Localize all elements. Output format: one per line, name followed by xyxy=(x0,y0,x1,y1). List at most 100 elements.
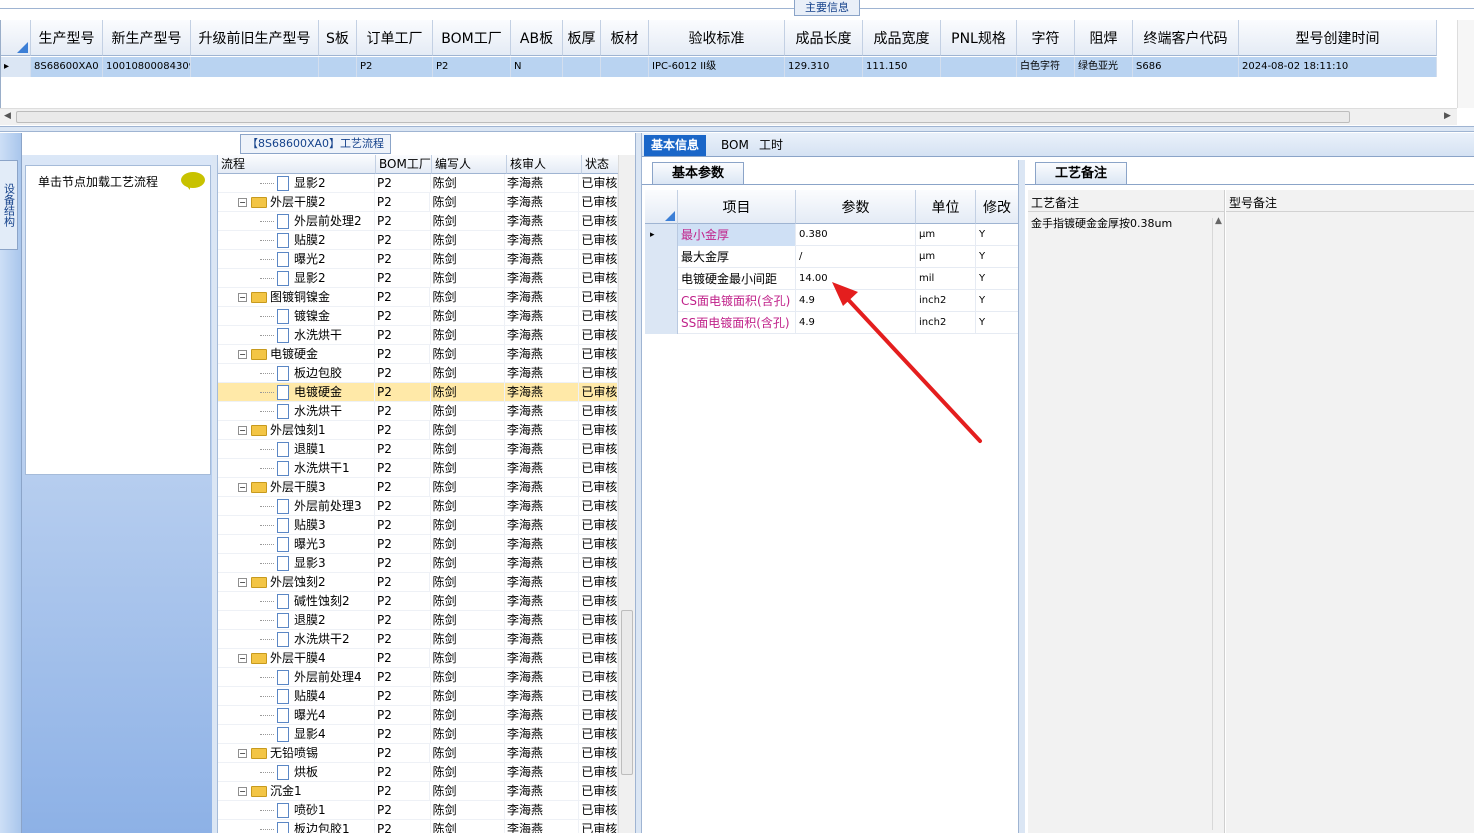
param-value[interactable]: 4.9 xyxy=(796,312,916,334)
model-remark-area[interactable]: 型号备注 xyxy=(1226,190,1474,833)
tree-vscroll-thumb[interactable] xyxy=(621,610,633,775)
tree-row[interactable]: 电镀硬金 P2 陈剑 李海燕 已审核 xyxy=(218,383,618,402)
tree-row[interactable]: 显影2 P2 陈剑 李海燕 已审核 xyxy=(218,174,618,193)
grid-cell[interactable] xyxy=(601,57,649,77)
tree-row[interactable]: 退膜1 P2 陈剑 李海燕 已审核 xyxy=(218,440,618,459)
collapse-toggle-icon[interactable]: − xyxy=(238,350,247,359)
tree-node[interactable]: 贴膜4 xyxy=(218,687,376,706)
grid-cell[interactable]: 10010800084309 xyxy=(103,57,191,77)
column-header[interactable]: AB板 xyxy=(511,20,563,56)
collapse-toggle-icon[interactable]: − xyxy=(238,293,247,302)
tree-row[interactable]: 外层前处理3 P2 陈剑 李海燕 已审核 xyxy=(218,497,618,516)
grid-cell[interactable]: P2 xyxy=(357,57,433,77)
grid-cell[interactable]: 129.310 xyxy=(785,57,863,77)
tree-node[interactable]: 水洗烘干 xyxy=(218,326,376,345)
tree-column-header[interactable]: 编写人 xyxy=(432,155,507,174)
grid-cell[interactable] xyxy=(563,57,601,77)
grid-cell[interactable]: 白色字符 xyxy=(1017,57,1075,77)
tree-node[interactable]: − 外层干膜4 xyxy=(218,649,375,668)
tree-row[interactable]: − 外层干膜2 P2 陈剑 李海燕 已审核 xyxy=(218,193,618,212)
grid-cell[interactable]: 111.150 xyxy=(863,57,941,77)
tab-2[interactable]: 工时 xyxy=(752,135,790,156)
hscroll-thumb[interactable] xyxy=(16,111,1350,123)
grid-cell[interactable]: 8S68600XA0 xyxy=(31,57,103,77)
tree-column-header[interactable]: 核审人 xyxy=(507,155,582,174)
tab-1[interactable]: BOM xyxy=(714,135,756,156)
column-header[interactable]: 升级前旧生产型号 xyxy=(191,20,319,56)
tree-node[interactable]: 曝光3 xyxy=(218,535,376,554)
right-splitter[interactable] xyxy=(1018,160,1025,833)
remark-vscroll[interactable]: ▲ xyxy=(1212,216,1224,830)
column-header[interactable]: BOM工厂 xyxy=(433,20,511,56)
param-value[interactable]: / xyxy=(796,246,916,268)
params-column-header[interactable]: 参数 xyxy=(796,190,916,224)
grid-cell[interactable]: N xyxy=(511,57,563,77)
grid-cell[interactable]: S686 xyxy=(1133,57,1239,77)
tree-row[interactable]: 外层前处理4 P2 陈剑 李海燕 已审核 xyxy=(218,668,618,687)
basic-params-tab[interactable]: 基本参数 xyxy=(652,162,744,184)
tree-node[interactable]: 碱性蚀刻2 xyxy=(218,592,376,611)
process-remark-tab[interactable]: 工艺备注 xyxy=(1035,162,1127,184)
tree-row[interactable]: − 电镀硬金 P2 陈剑 李海燕 已审核 xyxy=(218,345,618,364)
tree-column-header[interactable]: 流程 xyxy=(218,155,376,174)
tree-node[interactable]: 显影2 xyxy=(218,269,376,288)
tree-row[interactable]: 喷砂1 P2 陈剑 李海燕 已审核 xyxy=(218,801,618,820)
tree-row[interactable]: 烘板 P2 陈剑 李海燕 已审核 xyxy=(218,763,618,782)
tree-node[interactable]: 贴膜2 xyxy=(218,231,376,250)
scroll-up-icon[interactable]: ▲ xyxy=(1215,216,1222,226)
tree-row[interactable]: 退膜2 P2 陈剑 李海燕 已审核 xyxy=(218,611,618,630)
tree-row[interactable]: 水洗烘干 P2 陈剑 李海燕 已审核 xyxy=(218,326,618,345)
tree-node[interactable]: − 外层干膜2 xyxy=(218,193,375,212)
tree-node[interactable]: 水洗烘干1 xyxy=(218,459,376,478)
process-tree-vscroll[interactable] xyxy=(618,155,635,833)
tree-column-header[interactable]: 状态 xyxy=(582,155,621,174)
column-header[interactable]: 验收标准 xyxy=(649,20,785,56)
tree-node[interactable]: 曝光4 xyxy=(218,706,376,725)
tree-node[interactable]: 板边包胶1 xyxy=(218,820,376,833)
column-header[interactable]: 终端客户代码 xyxy=(1133,20,1239,56)
grid-cell[interactable]: IPC-6012 II级 xyxy=(649,57,785,77)
column-header[interactable]: 成品宽度 xyxy=(863,20,941,56)
params-column-header[interactable]: 修改 xyxy=(976,190,1019,224)
grid-cell[interactable] xyxy=(941,57,1017,77)
tree-row[interactable]: − 外层蚀刻2 P2 陈剑 李海燕 已审核 xyxy=(218,573,618,592)
tree-node[interactable]: − 外层蚀刻1 xyxy=(218,421,375,440)
main-grid-row[interactable]: ▸ 8S68600XA0 10010800084309 P2 P2 N IPC-6012 I… xyxy=(1,57,1437,77)
tree-row[interactable]: 水洗烘干2 P2 陈剑 李海燕 已审核 xyxy=(218,630,618,649)
tree-node[interactable]: 退膜1 xyxy=(218,440,376,459)
tree-row[interactable]: 外层前处理2 P2 陈剑 李海燕 已审核 xyxy=(218,212,618,231)
tab-0[interactable]: 基本信息 xyxy=(644,135,707,156)
grid-cell[interactable]: P2 xyxy=(433,57,511,77)
tree-node[interactable]: 电镀硬金 xyxy=(218,383,376,402)
tree-node[interactable]: − 无铅喷锡 xyxy=(218,744,375,763)
tree-row[interactable]: 贴膜3 P2 陈剑 李海燕 已审核 xyxy=(218,516,618,535)
column-header[interactable]: 板材 xyxy=(601,20,649,56)
grid-cell[interactable] xyxy=(191,57,319,77)
column-header[interactable]: 订单工厂 xyxy=(357,20,433,56)
tree-node[interactable]: 烘板 xyxy=(218,763,376,782)
tree-row[interactable]: 水洗烘干1 P2 陈剑 李海燕 已审核 xyxy=(218,459,618,478)
tree-row[interactable]: 贴膜4 P2 陈剑 李海燕 已审核 xyxy=(218,687,618,706)
tree-row[interactable]: − 外层干膜3 P2 陈剑 李海燕 已审核 xyxy=(218,478,618,497)
column-header[interactable]: 生产型号 xyxy=(31,20,103,56)
column-header[interactable]: 型号创建时间 xyxy=(1239,20,1437,56)
column-header[interactable]: 字符 xyxy=(1017,20,1075,56)
params-row[interactable]: 电镀硬金最小间距 14.00 mil Y xyxy=(645,268,1019,290)
tree-row[interactable]: − 图镀铜镍金 P2 陈剑 李海燕 已审核 xyxy=(218,288,618,307)
tree-node[interactable]: 贴膜3 xyxy=(218,516,376,535)
tree-row[interactable]: 曝光4 P2 陈剑 李海燕 已审核 xyxy=(218,706,618,725)
tree-node[interactable]: − 沉金1 xyxy=(218,782,375,801)
tree-row[interactable]: 板边包胶 P2 陈剑 李海燕 已审核 xyxy=(218,364,618,383)
main-info-tab[interactable]: 主要信息 xyxy=(794,0,860,16)
param-value[interactable]: 14.00 xyxy=(796,268,916,290)
tree-node[interactable]: 退膜2 xyxy=(218,611,376,630)
tree-node[interactable]: 显影4 xyxy=(218,725,376,744)
middle-splitter[interactable] xyxy=(635,133,642,833)
column-header[interactable]: 板厚 xyxy=(563,20,601,56)
main-grid-vscroll[interactable] xyxy=(1457,20,1474,108)
tree-node[interactable]: 喷砂1 xyxy=(218,801,376,820)
tree-node[interactable]: 水洗烘干 xyxy=(218,402,376,421)
tree-row[interactable]: 贴膜2 P2 陈剑 李海燕 已审核 xyxy=(218,231,618,250)
grid-cell[interactable] xyxy=(319,57,357,77)
horizontal-splitter[interactable] xyxy=(0,126,1474,132)
